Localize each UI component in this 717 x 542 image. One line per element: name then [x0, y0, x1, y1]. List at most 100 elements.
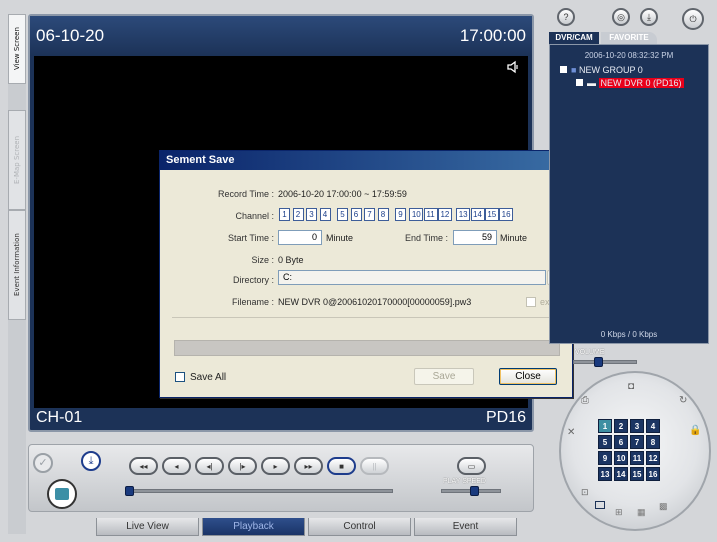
tab-playback[interactable]: Playback [202, 518, 305, 536]
tab-event[interactable]: Event [414, 518, 517, 536]
ptz-channel-12[interactable]: 12 [646, 451, 660, 465]
tab-event-label: Event [452, 521, 479, 532]
channel-box-16[interactable]: 16 [499, 208, 514, 221]
save-button[interactable]: Save [414, 368, 474, 385]
ptz-channel-7[interactable]: 7 [630, 435, 644, 449]
channel-box-10[interactable]: 10 [409, 208, 424, 221]
timeline-thumb[interactable] [125, 486, 134, 496]
channel-box-5[interactable]: 5 [337, 208, 348, 221]
speaker-icon[interactable] [506, 60, 520, 74]
ptz-control-wheel[interactable]: ◘ ⎙ ↻ ✕ 🔒 ⊡ ⊞ ▦ ▩ 1 2 3 4 5 6 7 8 9 10 11 12 13 14 15 1… [559, 371, 711, 531]
rewind-button[interactable]: ◂ [162, 457, 191, 475]
start-time-input[interactable]: 0 [278, 230, 322, 245]
record-time-value: 2006-10-20 17:00:00 ~ 17:59:59 [278, 189, 407, 199]
dvr-name: NEW DVR 0 (PD16) [598, 78, 684, 88]
channel-box-6[interactable]: 6 [350, 208, 362, 221]
ptz-channel-16[interactable]: 16 [646, 467, 660, 481]
progress-bar [174, 340, 560, 356]
channel-label: CH-01 [36, 409, 83, 426]
ptz-channel-4[interactable]: 4 [646, 419, 660, 433]
record-time-label: Record Time : [217, 189, 274, 199]
play-speed-thumb[interactable] [470, 486, 479, 496]
ptz-channel-5[interactable]: 5 [598, 435, 612, 449]
volume-thumb[interactable] [594, 357, 603, 367]
settings-icon[interactable]: ◎ [612, 8, 630, 26]
tab-e-map-screen[interactable]: E-Map Screen [8, 110, 26, 210]
view-4-icon[interactable]: ⊞ [615, 507, 623, 518]
channel-box-8[interactable]: 8 [377, 208, 389, 221]
ptz-channel-8[interactable]: 8 [646, 435, 660, 449]
channel-box-13[interactable]: 13 [456, 208, 471, 221]
record-icon[interactable] [47, 479, 77, 509]
channel-box-4[interactable]: 4 [319, 208, 331, 221]
ptz-channel-3[interactable]: 3 [630, 419, 644, 433]
tools-icon[interactable]: ✕ [567, 427, 575, 438]
check-icon[interactable]: ✓ [33, 453, 53, 473]
tree-group[interactable]: ■ NEW GROUP 0 [560, 65, 643, 75]
channel-box-7[interactable]: 7 [364, 208, 375, 221]
end-time-input[interactable]: 59 [453, 230, 497, 245]
tab-control-label: Control [343, 521, 376, 532]
exe-checkbox[interactable] [526, 297, 536, 307]
play-button[interactable]: ▸ [261, 457, 290, 475]
tab-control[interactable]: Control [308, 518, 411, 536]
device-tree-panel: 2006-10-20 08:32:32 PM ■ NEW GROUP 0 ▬ N… [549, 44, 709, 344]
ptz-channel-13[interactable]: 13 [598, 467, 612, 481]
channel-box-14[interactable]: 14 [470, 208, 485, 221]
print-icon[interactable]: ⎙ [581, 395, 589, 406]
tree-timestamp: 2006-10-20 08:32:32 PM [584, 51, 674, 60]
download-segment-icon[interactable]: ⤓ [81, 451, 101, 471]
ptz-channel-10[interactable]: 10 [614, 451, 628, 465]
speed-reset-button[interactable]: ▭ [457, 457, 486, 475]
single-view-icon[interactable]: ⊡ [581, 487, 589, 498]
expand-icon[interactable] [576, 79, 583, 86]
lock-icon[interactable]: 🔒 [689, 425, 701, 436]
channel-box-2[interactable]: 2 [292, 208, 304, 221]
tab-live-view[interactable]: Live View [96, 518, 199, 536]
filename-label: Filename : [231, 297, 274, 307]
ptz-channel-9[interactable]: 9 [598, 451, 612, 465]
volume-label: VOLUME [575, 349, 605, 356]
tab-event-information[interactable]: Event Information [8, 210, 26, 320]
channel-box-15[interactable]: 15 [484, 208, 499, 221]
ptz-channel-6[interactable]: 6 [614, 435, 628, 449]
download-icon[interactable]: ⤓ [640, 8, 658, 26]
step-back-button[interactable]: ◂| [195, 457, 224, 475]
ptz-channel-1[interactable]: 1 [598, 419, 612, 433]
tree-dvr[interactable]: ▬ NEW DVR 0 (PD16) [576, 78, 684, 88]
device-label: PD16 [485, 409, 526, 426]
ptz-channel-2[interactable]: 2 [614, 419, 628, 433]
ptz-channel-14[interactable]: 14 [614, 467, 628, 481]
end-minute-label: Minute [500, 233, 528, 243]
rewind-fast-button[interactable]: ◂◂ [129, 457, 158, 475]
channel-box-12[interactable]: 12 [437, 208, 452, 221]
save-all-checkbox[interactable] [175, 372, 185, 382]
group-name: NEW GROUP 0 [578, 65, 643, 75]
playback-control-panel: ✓ ⤓ ◂◂ ◂ ◂| |▸ ▸ ▸▸ ■ || ▭ PLAY SPEED [28, 444, 534, 512]
volume-slider[interactable] [573, 360, 637, 364]
refresh-icon[interactable]: ↻ [679, 395, 687, 406]
timeline-slider[interactable] [125, 489, 393, 493]
channel-box-11[interactable]: 11 [423, 208, 438, 221]
camera-snap-icon[interactable]: ◘ [628, 381, 634, 392]
channel-box-3[interactable]: 3 [306, 208, 317, 221]
step-forward-button[interactable]: |▸ [228, 457, 257, 475]
pause-button[interactable]: || [360, 457, 389, 475]
power-icon[interactable]: ⏻ [682, 8, 704, 30]
close-button[interactable]: Close [499, 368, 557, 385]
view-16-icon[interactable]: ▩ [659, 501, 668, 512]
tab-favorite[interactable]: FAVORITE [601, 32, 657, 44]
ptz-channel-15[interactable]: 15 [630, 467, 644, 481]
channel-box-9[interactable]: 9 [395, 208, 406, 221]
tab-dvr-cam[interactable]: DVR/CAM [549, 32, 599, 44]
directory-input[interactable]: C: [278, 270, 546, 285]
view-9-icon[interactable]: ▦ [637, 507, 646, 518]
view-1-icon[interactable] [595, 501, 605, 509]
ptz-channel-11[interactable]: 11 [630, 451, 644, 465]
collapse-icon[interactable] [560, 66, 567, 73]
channel-box-1[interactable]: 1 [279, 208, 290, 221]
tab-view-screen[interactable]: View Screen [8, 14, 26, 84]
fast-forward-button[interactable]: ▸▸ [294, 457, 323, 475]
help-icon[interactable]: ? [557, 8, 575, 26]
stop-button[interactable]: ■ [327, 457, 356, 475]
